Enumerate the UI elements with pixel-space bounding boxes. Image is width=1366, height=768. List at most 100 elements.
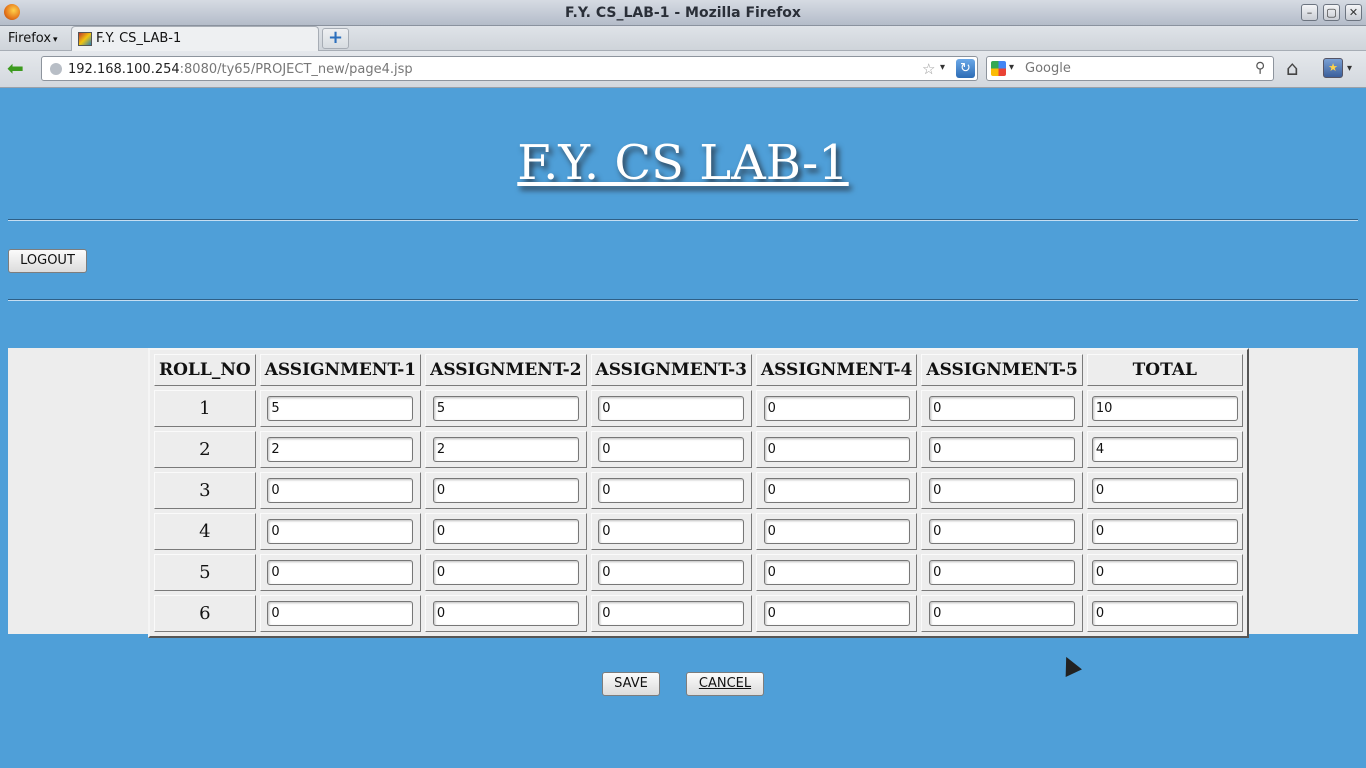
assignment-4-input[interactable] [763, 601, 910, 626]
assignment-3-input[interactable] [598, 437, 745, 462]
table-row: 3 [154, 472, 1243, 509]
column-header: TOTAL [1086, 354, 1243, 386]
assignment-4-input[interactable] [763, 519, 910, 544]
search-bar[interactable]: ▾ ⚲ [986, 56, 1274, 81]
assignment-1-input[interactable] [267, 396, 414, 421]
assignment-2-input[interactable] [432, 396, 579, 421]
assignment-2-input[interactable] [432, 560, 579, 585]
logout-button[interactable]: LOGOUT [8, 249, 87, 273]
assignment-1-input[interactable] [267, 601, 414, 626]
mark-cell [590, 431, 752, 468]
roll-number-cell: 2 [154, 431, 256, 468]
page-content: F.Y. CS LAB-1 LOGOUT ROLL_NO ASSIGNMENT-1… [0, 89, 1366, 768]
assignment-2-input[interactable] [432, 601, 579, 626]
mark-cell [259, 595, 422, 632]
assignment-1-input[interactable] [267, 519, 414, 544]
favicon-icon [78, 32, 92, 46]
total-input[interactable] [1091, 437, 1238, 462]
assignment-3-input[interactable] [598, 519, 745, 544]
assignment-5-input[interactable] [929, 601, 1076, 626]
bookmarks-dropdown-icon[interactable]: ▾ [1347, 63, 1352, 74]
assignment-1-input[interactable] [267, 478, 414, 503]
assignment-3-input[interactable] [598, 601, 745, 626]
total-input[interactable] [1091, 478, 1238, 503]
mark-cell [921, 390, 1083, 427]
mark-cell [1086, 390, 1243, 427]
mark-cell [1086, 431, 1243, 468]
firefox-menu-label: Firefox [8, 31, 52, 46]
close-button[interactable]: ✕ [1345, 4, 1362, 21]
mark-cell [259, 554, 422, 591]
mark-cell [259, 390, 422, 427]
total-input[interactable] [1091, 560, 1238, 585]
window-titlebar[interactable]: F.Y. CS_LAB-1 - Mozilla Firefox – ▢ ✕ [0, 0, 1366, 26]
engine-dropdown-icon[interactable]: ▾ [1009, 62, 1014, 73]
top-divider [8, 219, 1358, 221]
assignment-3-input[interactable] [598, 396, 745, 421]
minimize-button[interactable]: – [1301, 4, 1318, 21]
google-engine-icon[interactable] [991, 61, 1006, 76]
total-input[interactable] [1091, 396, 1238, 421]
save-button[interactable]: SAVE [602, 672, 660, 696]
search-icon[interactable]: ⚲ [1255, 60, 1265, 76]
marks-panel: ROLL_NO ASSIGNMENT-1 ASSIGNMENT-2 ASSIGNMEN… [8, 348, 1358, 638]
mark-cell [1086, 554, 1243, 591]
site-identity-icon[interactable] [50, 63, 62, 75]
assignment-4-input[interactable] [763, 437, 910, 462]
bookmarks-button-icon[interactable]: ★ [1323, 58, 1343, 78]
chevron-down-icon: ▾ [53, 35, 58, 45]
url-text[interactable]: 192.168.100.254:8080/ty65/PROJECT_new/pa… [68, 62, 413, 77]
firefox-menu-button[interactable]: Firefox ▾ [8, 31, 58, 46]
assignment-2-input[interactable] [432, 437, 579, 462]
new-tab-button[interactable]: + [322, 28, 349, 49]
mark-cell [755, 513, 918, 550]
mark-cell [1086, 595, 1243, 632]
mark-cell [259, 513, 422, 550]
url-path: :8080/ty65/PROJECT_new/page4.jsp [179, 62, 413, 77]
back-arrow-icon[interactable]: ⬅ [7, 58, 24, 78]
table-row: 5 [154, 554, 1243, 591]
assignment-1-input[interactable] [267, 560, 414, 585]
assignment-4-input[interactable] [763, 560, 910, 585]
browser-tab[interactable]: F.Y. CS_LAB-1 [71, 26, 319, 51]
middle-divider [8, 299, 1358, 301]
total-input[interactable] [1091, 519, 1238, 544]
assignment-4-input[interactable] [763, 478, 910, 503]
search-input[interactable] [1025, 60, 1245, 77]
mark-cell [755, 554, 918, 591]
assignment-1-input[interactable] [267, 437, 414, 462]
mark-cell [921, 595, 1083, 632]
mark-cell [755, 390, 918, 427]
window-title: F.Y. CS_LAB-1 - Mozilla Firefox [565, 5, 801, 21]
reload-icon[interactable]: ↻ [956, 59, 975, 78]
mark-cell [259, 431, 422, 468]
column-header: ASSIGNMENT-2 [425, 354, 587, 386]
assignment-2-input[interactable] [432, 478, 579, 503]
table-row: 1 [154, 390, 1243, 427]
tab-title: F.Y. CS_LAB-1 [96, 31, 182, 46]
cancel-button[interactable]: CANCEL [686, 672, 764, 696]
assignment-5-input[interactable] [929, 560, 1076, 585]
mark-cell [425, 390, 587, 427]
assignment-4-input[interactable] [763, 396, 910, 421]
bookmark-star-icon[interactable]: ☆ [922, 60, 935, 78]
assignment-5-input[interactable] [929, 478, 1076, 503]
assignment-3-input[interactable] [598, 560, 745, 585]
mark-cell [590, 513, 752, 550]
mark-cell [755, 595, 918, 632]
assignment-5-input[interactable] [929, 437, 1076, 462]
total-input[interactable] [1091, 601, 1238, 626]
column-header: ASSIGNMENT-4 [755, 354, 918, 386]
assignment-5-input[interactable] [929, 396, 1076, 421]
column-header: ROLL_NO [154, 354, 256, 386]
mark-cell [755, 431, 918, 468]
home-icon[interactable]: ⌂ [1286, 57, 1299, 79]
url-history-dropdown-icon[interactable]: ▾ [940, 62, 945, 73]
assignment-2-input[interactable] [432, 519, 579, 544]
maximize-button[interactable]: ▢ [1323, 4, 1340, 21]
assignment-3-input[interactable] [598, 478, 745, 503]
column-header: ASSIGNMENT-1 [259, 354, 422, 386]
marks-table: ROLL_NO ASSIGNMENT-1 ASSIGNMENT-2 ASSIGNMEN… [148, 348, 1249, 638]
assignment-5-input[interactable] [929, 519, 1076, 544]
url-bar[interactable]: 192.168.100.254:8080/ty65/PROJECT_new/pa… [41, 56, 978, 81]
